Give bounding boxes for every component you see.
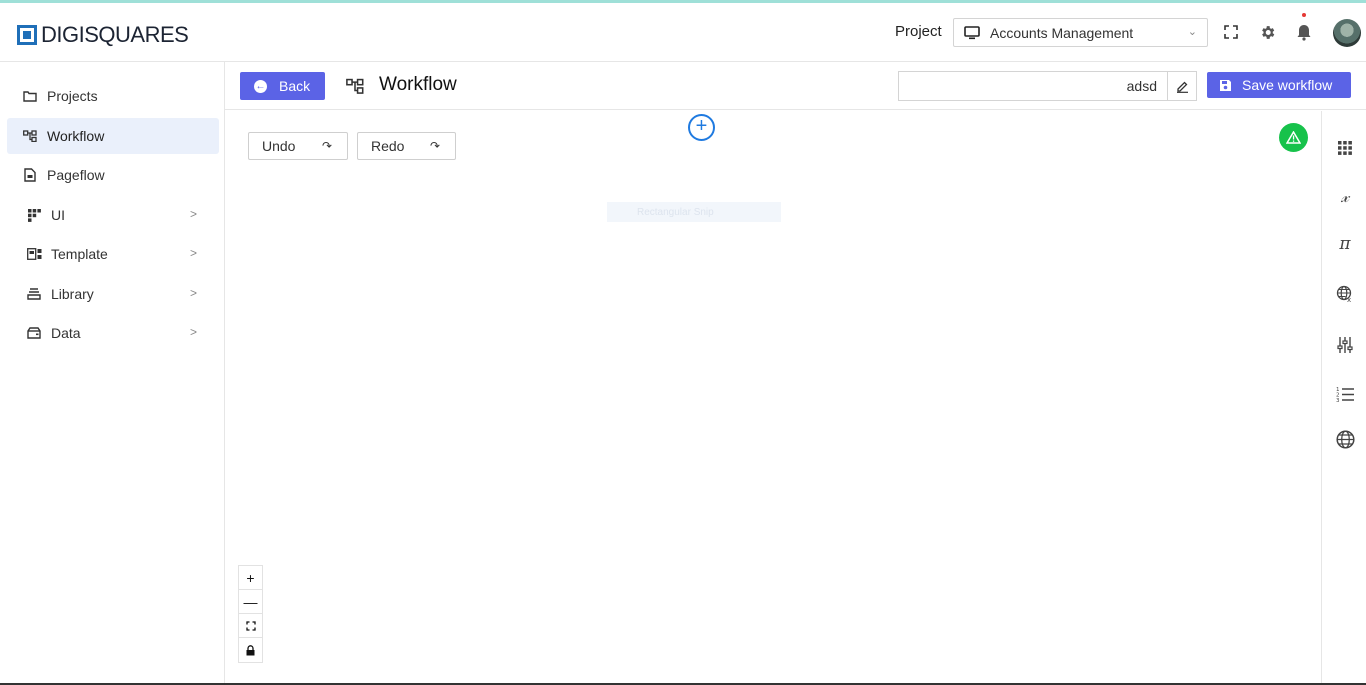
warning-icon [1286, 131, 1301, 144]
brand-name: DIGISQUARES [41, 22, 189, 47]
workflow-icon [22, 128, 38, 144]
notification-dot [1302, 13, 1306, 17]
redo-button[interactable]: Redo ↷ [357, 132, 456, 160]
gear-icon[interactable] [1258, 23, 1276, 41]
brand-logo[interactable]: DIGISQUARES [17, 22, 189, 48]
back-button[interactable]: ← Back [240, 72, 325, 100]
svg-text:3: 3 [1336, 398, 1340, 402]
template-icon [26, 246, 42, 262]
sidebar-item-label: Pageflow [47, 167, 105, 183]
zoom-controls: + — [238, 565, 263, 663]
plus-icon: + [695, 115, 708, 137]
apps-icon[interactable] [1335, 138, 1355, 158]
globe-icon[interactable] [1335, 429, 1355, 449]
back-button-label: Back [279, 78, 311, 94]
folder-icon [22, 88, 38, 104]
pencil-icon [1176, 81, 1188, 93]
sidebar-item-label: Template [51, 246, 108, 262]
workflow-icon [346, 78, 364, 99]
edit-name-button[interactable] [1167, 71, 1197, 101]
app-header: DIGISQUARES Project Accounts Management … [0, 3, 1366, 62]
sidebar-item-library[interactable]: Library > [7, 276, 219, 312]
sidebar-item-label: Projects [47, 88, 98, 104]
chevron-down-icon: ⌄ [1187, 26, 1197, 38]
ghost-node: Rectangular Snip [607, 202, 781, 222]
monitor-icon [964, 25, 980, 39]
page-icon [22, 167, 38, 183]
bell-icon[interactable] [1295, 23, 1313, 41]
sidebar-item-pageflow[interactable]: Pageflow [7, 157, 219, 193]
project-label: Project [895, 23, 942, 40]
workflow-name-input[interactable] [898, 71, 1168, 101]
workflow-canvas[interactable]: Undo ↷ Redo ↷ + Rectangular Snip + — [225, 111, 1321, 683]
database-icon [26, 325, 42, 341]
chevron-right-icon: > [189, 325, 197, 339]
warning-button[interactable] [1279, 123, 1308, 152]
add-node-button[interactable]: + [688, 114, 715, 141]
fit-view-button[interactable] [239, 614, 262, 638]
sidebar-item-label: Data [51, 325, 81, 341]
floppy-disk-icon [1219, 79, 1232, 92]
zoom-in-button[interactable]: + [239, 566, 262, 590]
sidebar-item-ui[interactable]: UI > [7, 197, 219, 233]
fit-view-icon [245, 620, 256, 631]
plus-icon: + [246, 569, 255, 586]
lock-icon [246, 644, 255, 655]
undo-label: Undo [262, 138, 296, 154]
zoom-out-button[interactable]: — [239, 590, 262, 614]
chevron-right-icon: > [189, 246, 197, 260]
sidebar-item-workflow[interactable]: Workflow [7, 118, 219, 154]
pi-icon[interactable]: π [1335, 234, 1355, 254]
sidebar-item-template[interactable]: Template > [7, 236, 219, 272]
sidebar-item-data[interactable]: Data > [7, 315, 219, 351]
sidebar-item-label: Workflow [47, 128, 105, 144]
ghost-node-label: Rectangular Snip [637, 206, 714, 218]
chevron-right-icon: > [189, 207, 197, 221]
workflow-toolbar: ← Back Workflow Save workflow [225, 62, 1366, 110]
sliders-icon[interactable] [1335, 335, 1355, 355]
undo-icon: ↷ [321, 139, 332, 153]
svg-text:x: x [1347, 296, 1351, 303]
variable-icon[interactable]: 𝓍 [1335, 187, 1355, 207]
right-tool-rail: 𝓍 π x 123 [1321, 111, 1366, 683]
redo-icon: ↷ [429, 139, 440, 153]
arrow-left-icon: ← [254, 79, 267, 93]
redo-label: Redo [371, 138, 405, 154]
save-workflow-button[interactable]: Save workflow [1207, 72, 1351, 98]
undo-button[interactable]: Undo ↷ [248, 132, 348, 160]
sidebar-item-label: Library [51, 286, 94, 302]
logo-icon [17, 25, 37, 45]
lock-button[interactable] [239, 638, 262, 662]
sidebar-item-projects[interactable]: Projects [7, 78, 219, 114]
project-select[interactable]: Accounts Management ⌄ [953, 18, 1208, 47]
numbered-list-icon[interactable]: 123 [1335, 384, 1355, 404]
minus-icon: — [243, 593, 258, 610]
library-icon [26, 286, 42, 302]
grid-icon [26, 207, 42, 223]
project-select-value: Accounts Management [990, 24, 1134, 41]
avatar[interactable] [1333, 19, 1361, 47]
sidebar: Projects Workflow Pageflow UI > Template… [0, 62, 225, 683]
fullscreen-icon[interactable] [1222, 23, 1240, 41]
page-title: Workflow [379, 74, 457, 95]
chevron-right-icon: > [189, 286, 197, 300]
sidebar-item-label: UI [51, 207, 65, 223]
save-workflow-label: Save workflow [1242, 77, 1333, 93]
global-variable-icon[interactable]: x [1335, 284, 1355, 304]
